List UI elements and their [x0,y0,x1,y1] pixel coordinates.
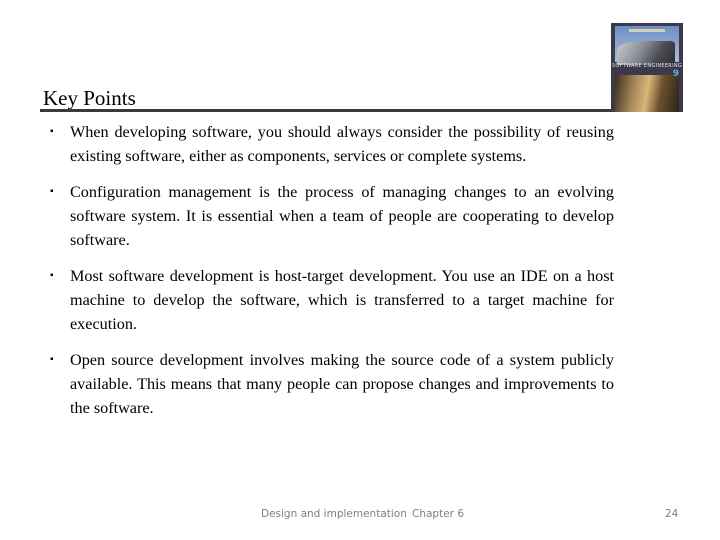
bullet-list: ▪ When developing software, you should a… [50,120,614,432]
footer-section: Design and implementation [261,508,407,520]
square-bullet-icon: ▪ [50,186,54,197]
title-underline [40,109,613,112]
cover-author-strip [629,29,665,32]
bullet-text: Configuration management is the process … [70,183,614,249]
bullet-item: ▪ Most software development is host-targ… [50,264,614,336]
cover-lower-image [615,75,679,112]
bullet-item: ▪ When developing software, you should a… [50,120,614,168]
bullet-item: ▪ Configuration management is the proces… [50,180,614,252]
bullet-text: Open source development involves making … [70,351,614,417]
bullet-item: ▪ Open source development involves makin… [50,348,614,420]
footer-chapter: Chapter 6 [412,508,464,520]
cover-building [617,41,675,65]
page-number: 24 [665,508,679,520]
book-cover-image: SOFTWARE ENGINEERING 9 [611,23,683,112]
square-bullet-icon: ▪ [50,126,54,137]
bullet-text: When developing software, you should alw… [70,123,614,165]
bullet-text: Most software development is host-target… [70,267,614,333]
slide-title: Key Points [43,86,136,110]
cover-edition: 9 [672,69,679,79]
square-bullet-icon: ▪ [50,354,54,365]
square-bullet-icon: ▪ [50,270,54,281]
